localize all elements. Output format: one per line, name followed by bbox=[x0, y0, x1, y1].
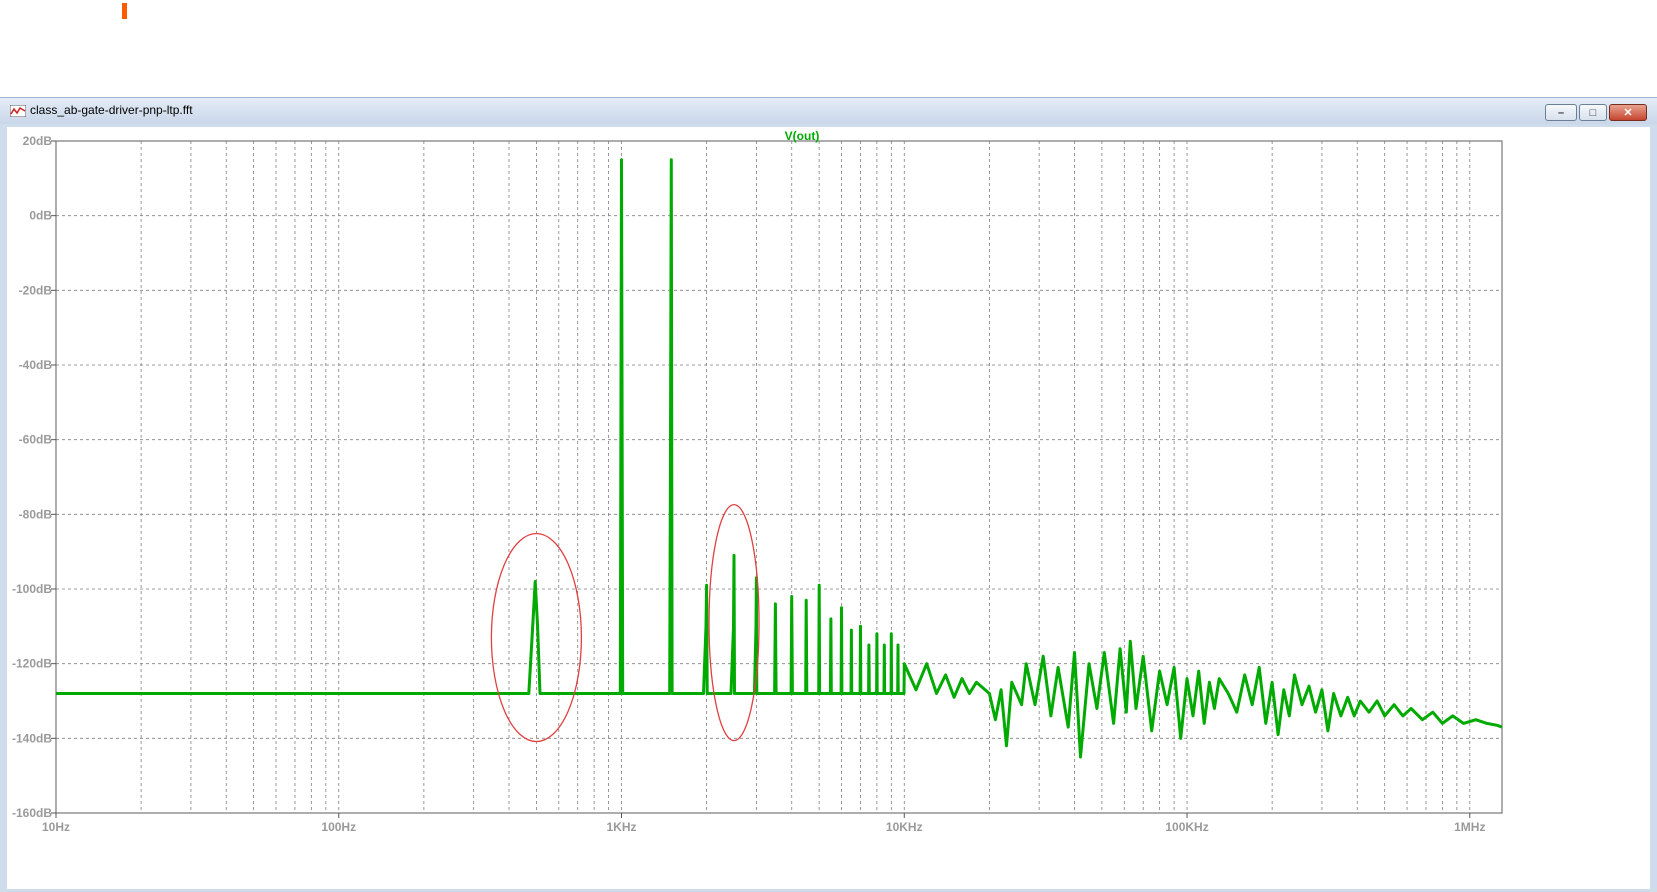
y-tick-label: -100dB bbox=[12, 582, 52, 596]
x-tick-label: 1MHz bbox=[1454, 820, 1485, 834]
minimize-icon: – bbox=[1546, 105, 1576, 120]
y-tick-label: 0dB bbox=[29, 209, 52, 223]
y-tick-label: -140dB bbox=[12, 731, 52, 745]
y-tick-label: -120dB bbox=[12, 657, 52, 671]
y-tick-label: -20dB bbox=[19, 283, 53, 297]
y-tick-label: 20dB bbox=[23, 134, 53, 148]
close-button[interactable]: ✕ bbox=[1609, 104, 1647, 121]
maximize-button[interactable]: □ bbox=[1579, 104, 1607, 121]
plot-window: class_ab-gate-driver-pnp-ltp.fft – □ ✕ 2… bbox=[0, 97, 1657, 892]
y-tick-label: -40dB bbox=[19, 358, 53, 372]
window-titlebar[interactable]: class_ab-gate-driver-pnp-ltp.fft – □ ✕ bbox=[0, 98, 1657, 124]
minimize-button[interactable]: – bbox=[1545, 104, 1577, 121]
plot-frame bbox=[56, 141, 1502, 813]
fft-chart[interactable]: 20dB 0dB -20dB -40dB -60dB -80dB -100dB -120dB -… bbox=[7, 127, 1650, 889]
window-title: class_ab-gate-driver-pnp-ltp.fft bbox=[30, 103, 193, 117]
series-line bbox=[56, 160, 1502, 757]
maximize-icon: □ bbox=[1580, 105, 1606, 120]
plot-area[interactable]: 20dB 0dB -20dB -40dB -60dB -80dB -100dB -120dB -… bbox=[7, 127, 1650, 889]
chart-title: V(out) bbox=[785, 129, 820, 143]
y-tick-label: -60dB bbox=[19, 433, 53, 447]
orange-marker bbox=[122, 3, 127, 19]
x-tick-label: 1KHz bbox=[607, 820, 637, 834]
x-tick-label: 10Hz bbox=[42, 820, 70, 834]
y-tick-label: -160dB bbox=[12, 806, 52, 820]
waveform-icon bbox=[10, 105, 26, 117]
y-tick-label: -80dB bbox=[19, 507, 53, 521]
annotation-ellipse bbox=[491, 534, 581, 742]
x-tick-label: 100Hz bbox=[321, 820, 356, 834]
x-tick-label: 100KHz bbox=[1165, 820, 1208, 834]
x-tick-label: 10KHz bbox=[886, 820, 923, 834]
close-icon: ✕ bbox=[1610, 105, 1646, 120]
